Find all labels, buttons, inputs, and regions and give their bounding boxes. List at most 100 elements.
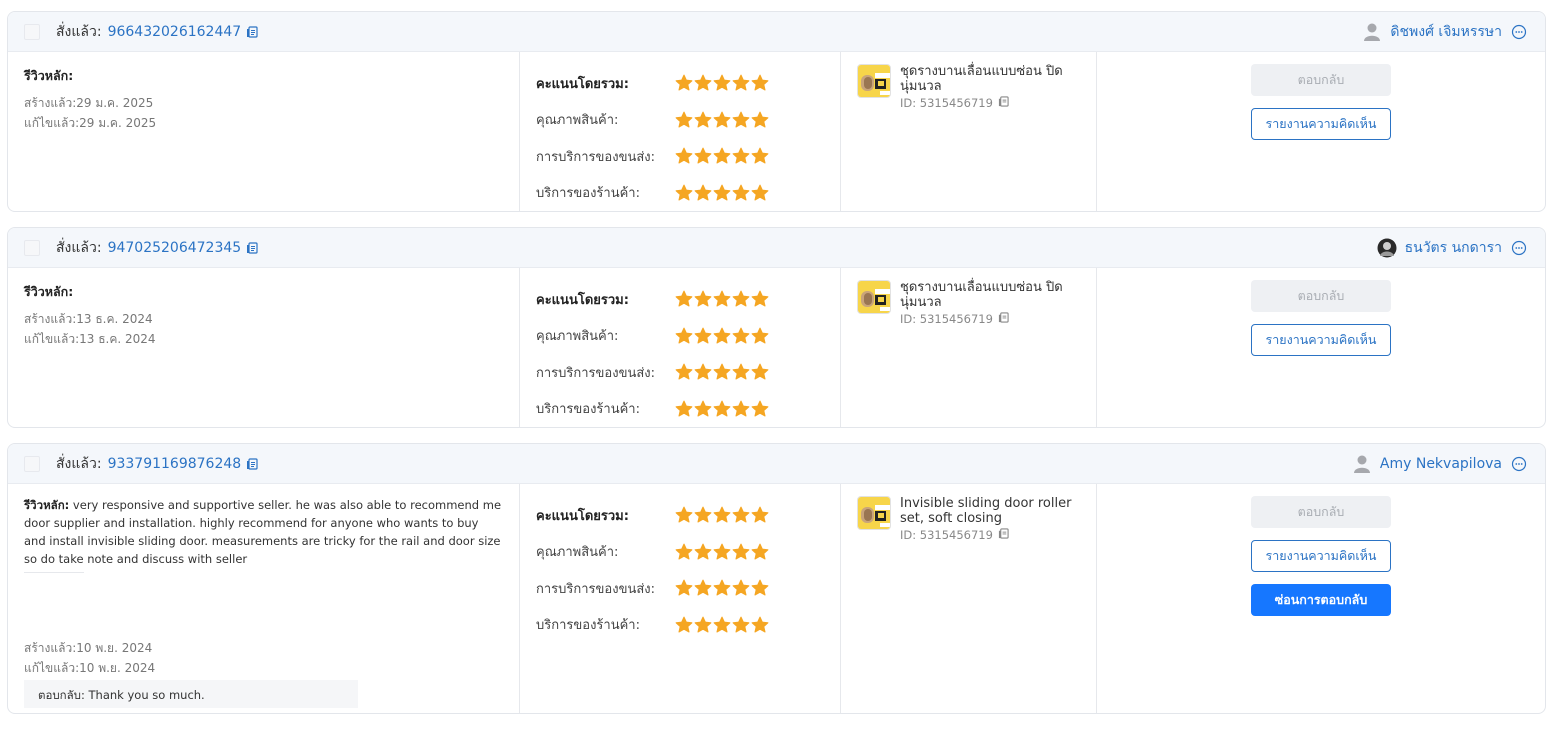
star-icon bbox=[675, 616, 693, 633]
product-thumbnail[interactable] bbox=[857, 496, 891, 530]
rating-row-shop: บริการของร้านค้า: bbox=[536, 175, 840, 212]
star-rating bbox=[675, 506, 769, 524]
actions-column: ตอบกลับ รายงานความคิดเห็น bbox=[1097, 268, 1545, 427]
review-label: รีวิวหลัก: bbox=[24, 498, 70, 512]
star-rating bbox=[675, 543, 769, 561]
star-rating bbox=[675, 579, 769, 597]
product-info[interactable]: Invisible sliding door roller set, soft … bbox=[857, 496, 1080, 542]
report-comment-button[interactable]: รายงานความคิดเห็น bbox=[1251, 108, 1391, 140]
star-icon bbox=[713, 506, 731, 523]
copy-icon[interactable] bbox=[246, 241, 258, 254]
select-checkbox[interactable] bbox=[24, 23, 40, 40]
rating-label: คุณภาพสินค้า: bbox=[536, 113, 619, 129]
order-number-link[interactable]: 966432026162447 bbox=[108, 24, 242, 40]
select-checkbox[interactable] bbox=[24, 239, 40, 256]
select-checkbox[interactable] bbox=[24, 455, 40, 472]
rating-label: การบริการของขนส่ง: bbox=[536, 149, 656, 165]
buyer-name-link[interactable]: Amy Nekvapilova bbox=[1380, 456, 1502, 472]
review-card: สั่งแล้ว: 966432026162447 ดิชพงศ์ เจิมหร… bbox=[7, 11, 1546, 212]
product-id: ID: 5315456719 bbox=[900, 528, 1080, 542]
star-icon bbox=[713, 616, 731, 633]
product-info[interactable]: ชุดรางบานเลื่อนแบบซ่อน ปิดนุ่มนวล ID: 53… bbox=[857, 280, 1080, 326]
chat-icon[interactable] bbox=[1511, 240, 1527, 256]
product-id: ID: 5315456719 bbox=[900, 312, 1080, 326]
star-icon bbox=[694, 327, 712, 344]
star-icon bbox=[675, 579, 693, 596]
rating-label: บริการของร้านค้า: bbox=[536, 186, 640, 202]
review-content: รีวิวหลัก: very responsive and supportiv… bbox=[24, 496, 503, 568]
star-icon bbox=[713, 400, 731, 417]
rating-row-quality: คุณภาพสินค้า: bbox=[536, 318, 840, 355]
report-comment-button[interactable]: รายงานความคิดเห็น bbox=[1251, 324, 1391, 356]
star-icon bbox=[732, 327, 750, 344]
created-date: สร้างแล้ว:10 พ.ย. 2024 bbox=[24, 641, 153, 655]
review-column: รีวิวหลัก: สร้างแล้ว:29 ม.ค. 2025 แก้ไขแ… bbox=[8, 52, 520, 211]
star-icon bbox=[675, 543, 693, 560]
copy-icon[interactable] bbox=[998, 96, 1010, 108]
star-icon bbox=[732, 184, 750, 201]
created-date: สร้างแล้ว:29 ม.ค. 2025 bbox=[24, 96, 154, 110]
star-icon bbox=[694, 290, 712, 307]
divider bbox=[24, 572, 84, 573]
edited-date: แก้ไขแล้ว:10 พ.ย. 2024 bbox=[24, 661, 156, 675]
star-icon bbox=[675, 363, 693, 380]
star-rating bbox=[675, 363, 769, 381]
star-icon bbox=[751, 363, 769, 380]
user-avatar-icon bbox=[1364, 23, 1381, 41]
star-icon bbox=[713, 111, 731, 128]
product-id-text: ID: 5315456719 bbox=[900, 96, 993, 110]
product-info[interactable]: ชุดรางบานเลื่อนแบบซ่อน ปิดนุ่มนวล ID: 53… bbox=[857, 64, 1080, 110]
copy-icon[interactable] bbox=[246, 457, 258, 470]
product-column: Invisible sliding door roller set, soft … bbox=[841, 484, 1097, 713]
star-icon bbox=[751, 74, 769, 91]
order-number-link[interactable]: 933791169876248 bbox=[108, 456, 242, 472]
product-thumbnail[interactable] bbox=[857, 64, 891, 98]
star-icon bbox=[713, 327, 731, 344]
buyer-name-link[interactable]: ธนวัตร นกดารา bbox=[1405, 237, 1502, 259]
star-rating bbox=[675, 147, 769, 165]
star-icon bbox=[732, 74, 750, 91]
reply-button[interactable]: ตอบกลับ bbox=[1251, 496, 1391, 528]
rating-row-shipping: การบริการของขนส่ง: bbox=[536, 570, 840, 607]
star-icon bbox=[751, 506, 769, 523]
order-number-link[interactable]: 947025206472345 bbox=[108, 240, 242, 256]
star-icon bbox=[694, 506, 712, 523]
copy-icon[interactable] bbox=[246, 25, 258, 38]
star-icon bbox=[694, 400, 712, 417]
product-thumbnail[interactable] bbox=[857, 280, 891, 314]
rating-row-shipping: การบริการของขนส่ง: bbox=[536, 354, 840, 391]
hide-reply-button[interactable]: ซ่อนการตอบกลับ bbox=[1251, 584, 1391, 616]
review-card: สั่งแล้ว: 933791169876248 Amy Nekvapilov… bbox=[7, 443, 1546, 714]
star-icon bbox=[713, 363, 731, 380]
created-date: สร้างแล้ว:13 ธ.ค. 2024 bbox=[24, 312, 153, 326]
review-card-header: สั่งแล้ว: 933791169876248 Amy Nekvapilov… bbox=[8, 444, 1545, 484]
buyer-name-link[interactable]: ดิชพงศ์ เจิมหรรษา bbox=[1390, 21, 1502, 43]
door-roller-product-image bbox=[858, 281, 890, 313]
rating-row-overall: คะแนนโดยรวม: bbox=[536, 281, 840, 318]
product-column: ชุดรางบานเลื่อนแบบซ่อน ปิดนุ่มนวล ID: 53… bbox=[841, 268, 1097, 427]
rating-row-overall: คะแนนโดยรวม: bbox=[536, 65, 840, 102]
rating-label: การบริการของขนส่ง: bbox=[536, 581, 656, 597]
reply-button[interactable]: ตอบกลับ bbox=[1251, 64, 1391, 96]
report-comment-button[interactable]: รายงานความคิดเห็น bbox=[1251, 540, 1391, 572]
product-id: ID: 5315456719 bbox=[900, 96, 1080, 110]
star-rating bbox=[675, 74, 769, 92]
star-icon bbox=[732, 147, 750, 164]
chat-icon[interactable] bbox=[1511, 24, 1527, 40]
rating-row-overall: คะแนนโดยรวม: bbox=[536, 497, 840, 534]
star-icon bbox=[751, 290, 769, 307]
chat-icon[interactable] bbox=[1511, 456, 1527, 472]
star-icon bbox=[751, 184, 769, 201]
rating-row-quality: คุณภาพสินค้า: bbox=[536, 102, 840, 139]
reply-button[interactable]: ตอบกลับ bbox=[1251, 280, 1391, 312]
copy-icon[interactable] bbox=[998, 312, 1010, 324]
star-icon bbox=[713, 579, 731, 596]
copy-icon[interactable] bbox=[998, 528, 1010, 540]
ratings-column: คะแนนโดยรวม: คุณภาพสินค้า: การบริการของข… bbox=[520, 268, 841, 427]
star-icon bbox=[694, 543, 712, 560]
product-column: ชุดรางบานเลื่อนแบบซ่อน ปิดนุ่มนวล ID: 53… bbox=[841, 52, 1097, 211]
ratings-column: คะแนนโดยรวม: คุณภาพสินค้า: การบริการของข… bbox=[520, 52, 841, 212]
rating-label: คุณภาพสินค้า: bbox=[536, 545, 619, 561]
review-label: รีวิวหลัก: bbox=[24, 284, 74, 299]
star-icon bbox=[732, 616, 750, 633]
